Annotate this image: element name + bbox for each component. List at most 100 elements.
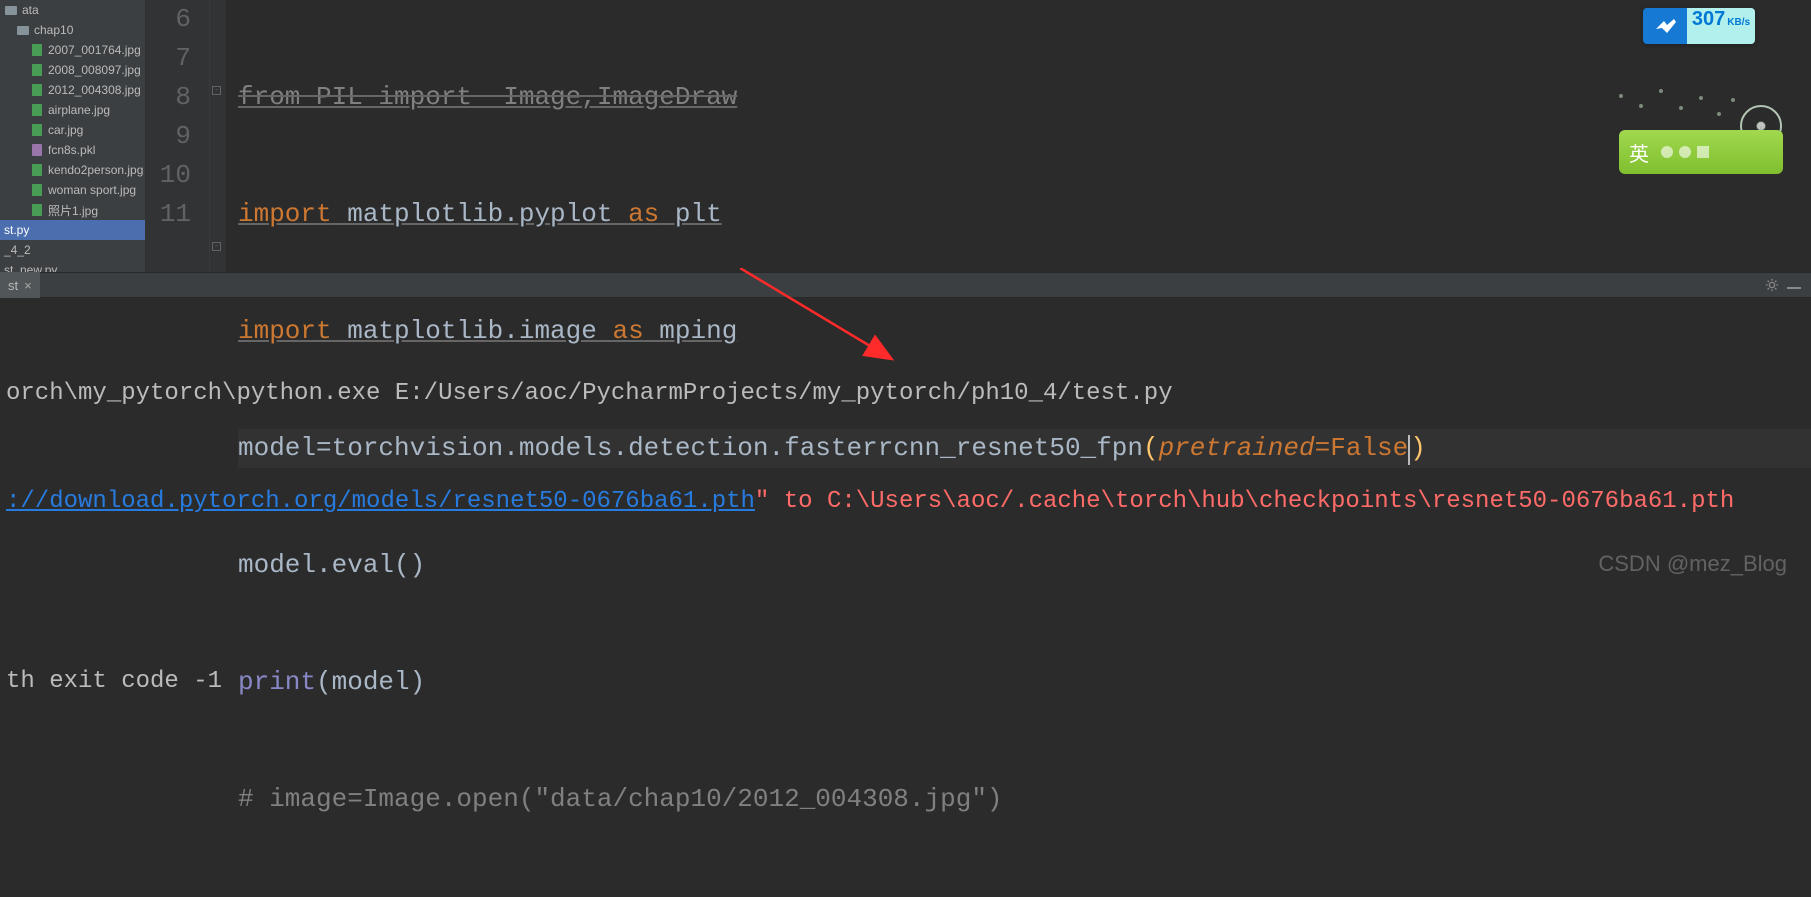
tree-label: fcn8s.pkl [48, 143, 95, 157]
code-kw: import [238, 199, 332, 229]
code-op: = [1315, 433, 1331, 463]
tree-file[interactable]: 2008_008097.jpg [0, 60, 145, 80]
folder-icon [4, 3, 18, 17]
code-line-current[interactable]: model=torchvision.models.detection.faste… [238, 429, 1811, 468]
tree-folder[interactable]: chap10 [0, 20, 145, 40]
code-text: torchvision.models.detection.fasterrcnn_… [332, 433, 1143, 463]
tree-file-selected[interactable]: st.py [0, 220, 145, 240]
tree-file[interactable]: st_new.py [0, 260, 145, 272]
code-text: model [332, 667, 410, 697]
code-paren: ( [316, 667, 332, 697]
code-text: from PIL import Image,ImageDraw [238, 82, 737, 112]
image-icon [30, 43, 44, 57]
code-text: matplotlib.image [332, 316, 613, 346]
ime-dot-icon [1661, 146, 1673, 158]
tree-label: woman sport.jpg [48, 183, 136, 197]
tree-label: 2007_001764.jpg [48, 43, 141, 57]
tree-label: chap10 [34, 23, 73, 37]
line-gutter: 6 7 8 9 10 11 [146, 0, 210, 272]
ime-shirt-icon [1697, 146, 1709, 158]
run-tab[interactable]: st × [0, 272, 40, 298]
close-icon[interactable]: × [24, 278, 32, 293]
main-area: ata chap10 2007_001764.jpg 2008_008097.j… [0, 0, 1811, 272]
tree-folder[interactable]: ata [0, 0, 145, 20]
line-number: 6 [146, 0, 191, 39]
code-fn: print [238, 667, 316, 697]
image-icon [30, 63, 44, 77]
code-line[interactable]: from PIL import Image,ImageDraw [238, 78, 1811, 117]
speed-unit: KB/s [1727, 17, 1750, 28]
tree-file[interactable]: kendo2person.jpg [0, 160, 145, 180]
pickle-icon [30, 143, 44, 157]
line-number: 9 [146, 117, 191, 156]
tree-label: 照片1.jpg [48, 202, 98, 219]
editor[interactable]: 6 7 8 9 10 11 - - from PIL import Image,… [146, 0, 1811, 272]
line-number: 8 [146, 78, 191, 117]
code-content[interactable]: from PIL import Image,ImageDraw import m… [226, 0, 1811, 272]
tree-file[interactable]: 2012_004308.jpg [0, 80, 145, 100]
code-kw: as [612, 316, 643, 346]
code-paren: ) [1410, 433, 1426, 463]
ime-moon-icon [1679, 146, 1691, 158]
speed-value: 307KB/s [1687, 8, 1755, 44]
code-paren: ) [410, 550, 426, 580]
code-comment: # image=Image.open("data/chap10/2012_004… [238, 784, 1003, 814]
tree-file[interactable]: woman sport.jpg [0, 180, 145, 200]
code-paren: ( [1143, 433, 1159, 463]
code-kw: as [628, 199, 659, 229]
code-val: False [1330, 433, 1408, 463]
text-cursor [1408, 435, 1410, 465]
code-text: matplotlib.pyplot [332, 199, 628, 229]
code-text: model [238, 433, 316, 463]
fold-icon[interactable]: - [212, 242, 221, 251]
image-icon [30, 203, 44, 217]
image-icon [30, 103, 44, 117]
code-line[interactable]: print(model) [238, 663, 1811, 702]
ime-widget[interactable]: 英 [1619, 130, 1783, 174]
code-text: model.eval [238, 550, 394, 580]
tree-label: 2012_004308.jpg [48, 83, 141, 97]
run-tab-label: st [8, 278, 18, 293]
folder-icon [16, 23, 30, 37]
download-speed-widget[interactable]: 307KB/s [1643, 8, 1755, 44]
tree-label: st.py [4, 223, 29, 237]
tree-label: airplane.jpg [48, 103, 110, 117]
code-text: plt [659, 199, 721, 229]
code-op: = [316, 433, 332, 463]
code-paren: ) [410, 667, 426, 697]
line-number: 7 [146, 39, 191, 78]
watermark: CSDN @mez_Blog [1598, 551, 1787, 577]
ime-lang: 英 [1629, 138, 1649, 167]
bird-icon [1643, 8, 1687, 44]
fold-icon[interactable]: - [212, 86, 221, 95]
tree-folder[interactable]: _4_2 [0, 240, 145, 260]
tree-file[interactable]: fcn8s.pkl [0, 140, 145, 160]
tree-file[interactable]: car.jpg [0, 120, 145, 140]
fold-column: - - [210, 0, 226, 272]
tree-file[interactable]: airplane.jpg [0, 100, 145, 120]
image-icon [30, 163, 44, 177]
tree-label: car.jpg [48, 123, 83, 137]
tree-label: kendo2person.jpg [48, 163, 143, 177]
code-text: mping [644, 316, 738, 346]
code-line[interactable]: # image=Image.open("data/chap10/2012_004… [238, 780, 1811, 819]
speed-number: 307 [1692, 8, 1725, 31]
tree-label: st_new.py [4, 263, 57, 272]
line-number: 10 [146, 156, 191, 195]
project-sidebar[interactable]: ata chap10 2007_001764.jpg 2008_008097.j… [0, 0, 146, 272]
code-param: pretrained [1159, 433, 1315, 463]
tree-label: 2008_008097.jpg [48, 63, 141, 77]
code-line[interactable]: import matplotlib.image as mping [238, 312, 1811, 351]
code-line[interactable]: model.eval() [238, 546, 1811, 585]
ime-icons [1661, 146, 1709, 158]
tree-label: _4_2 [4, 243, 31, 257]
image-icon [30, 83, 44, 97]
image-icon [30, 183, 44, 197]
tree-file[interactable]: 照片1.jpg [0, 200, 145, 220]
tree-file[interactable]: 2007_001764.jpg [0, 40, 145, 60]
line-number: 11 [146, 195, 191, 234]
tree-label: ata [22, 3, 39, 17]
code-kw: import [238, 316, 332, 346]
code-paren: ( [394, 550, 410, 580]
code-line[interactable]: import matplotlib.pyplot as plt [238, 195, 1811, 234]
